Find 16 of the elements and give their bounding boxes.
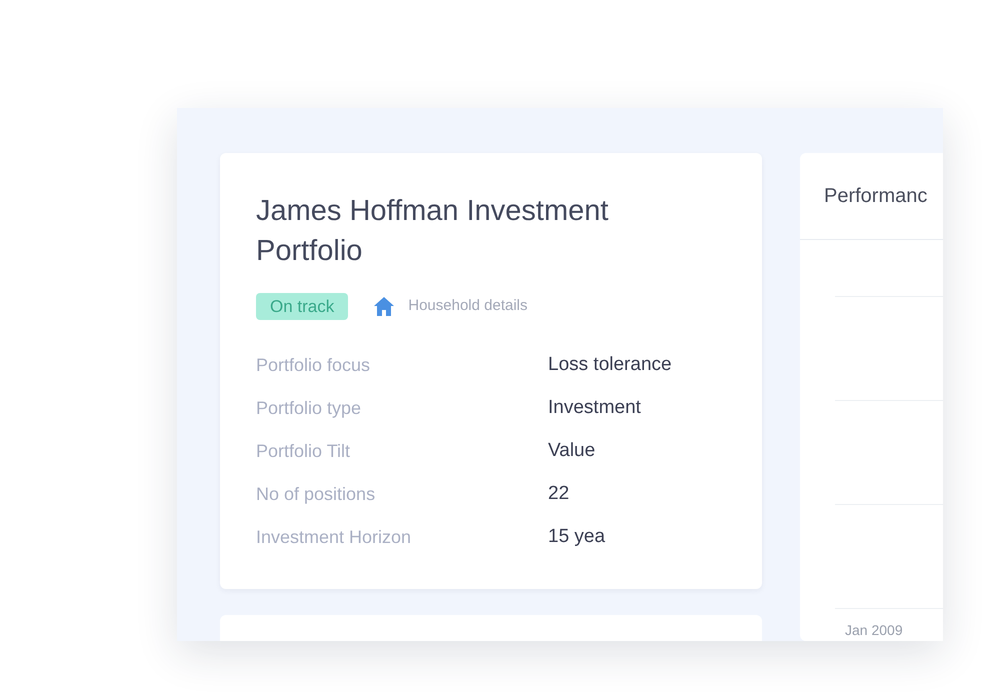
detail-value: 15 yea — [548, 525, 606, 550]
detail-label: Portfolio focus — [256, 354, 370, 377]
detail-label: No of positions — [256, 483, 376, 506]
status-badge: On track — [256, 293, 348, 320]
home-icon — [374, 297, 394, 316]
detail-label: Investment Horizon — [256, 526, 412, 549]
household-link[interactable]: Household details — [374, 295, 528, 318]
detail-value: Loss tolerance — [548, 353, 672, 378]
detail-value: 22 — [548, 482, 570, 506]
performance-title: Performanc — [824, 184, 928, 209]
axis-label: Jan 2009 — [845, 622, 903, 638]
detail-value: Investment — [548, 396, 641, 420]
detail-label: Portfolio type — [256, 397, 362, 420]
detail-label: Portfolio Tilt — [256, 440, 350, 463]
portfolio-title: James Hoffman Investment Portfolio — [256, 194, 610, 269]
detail-value: Value — [548, 439, 596, 464]
